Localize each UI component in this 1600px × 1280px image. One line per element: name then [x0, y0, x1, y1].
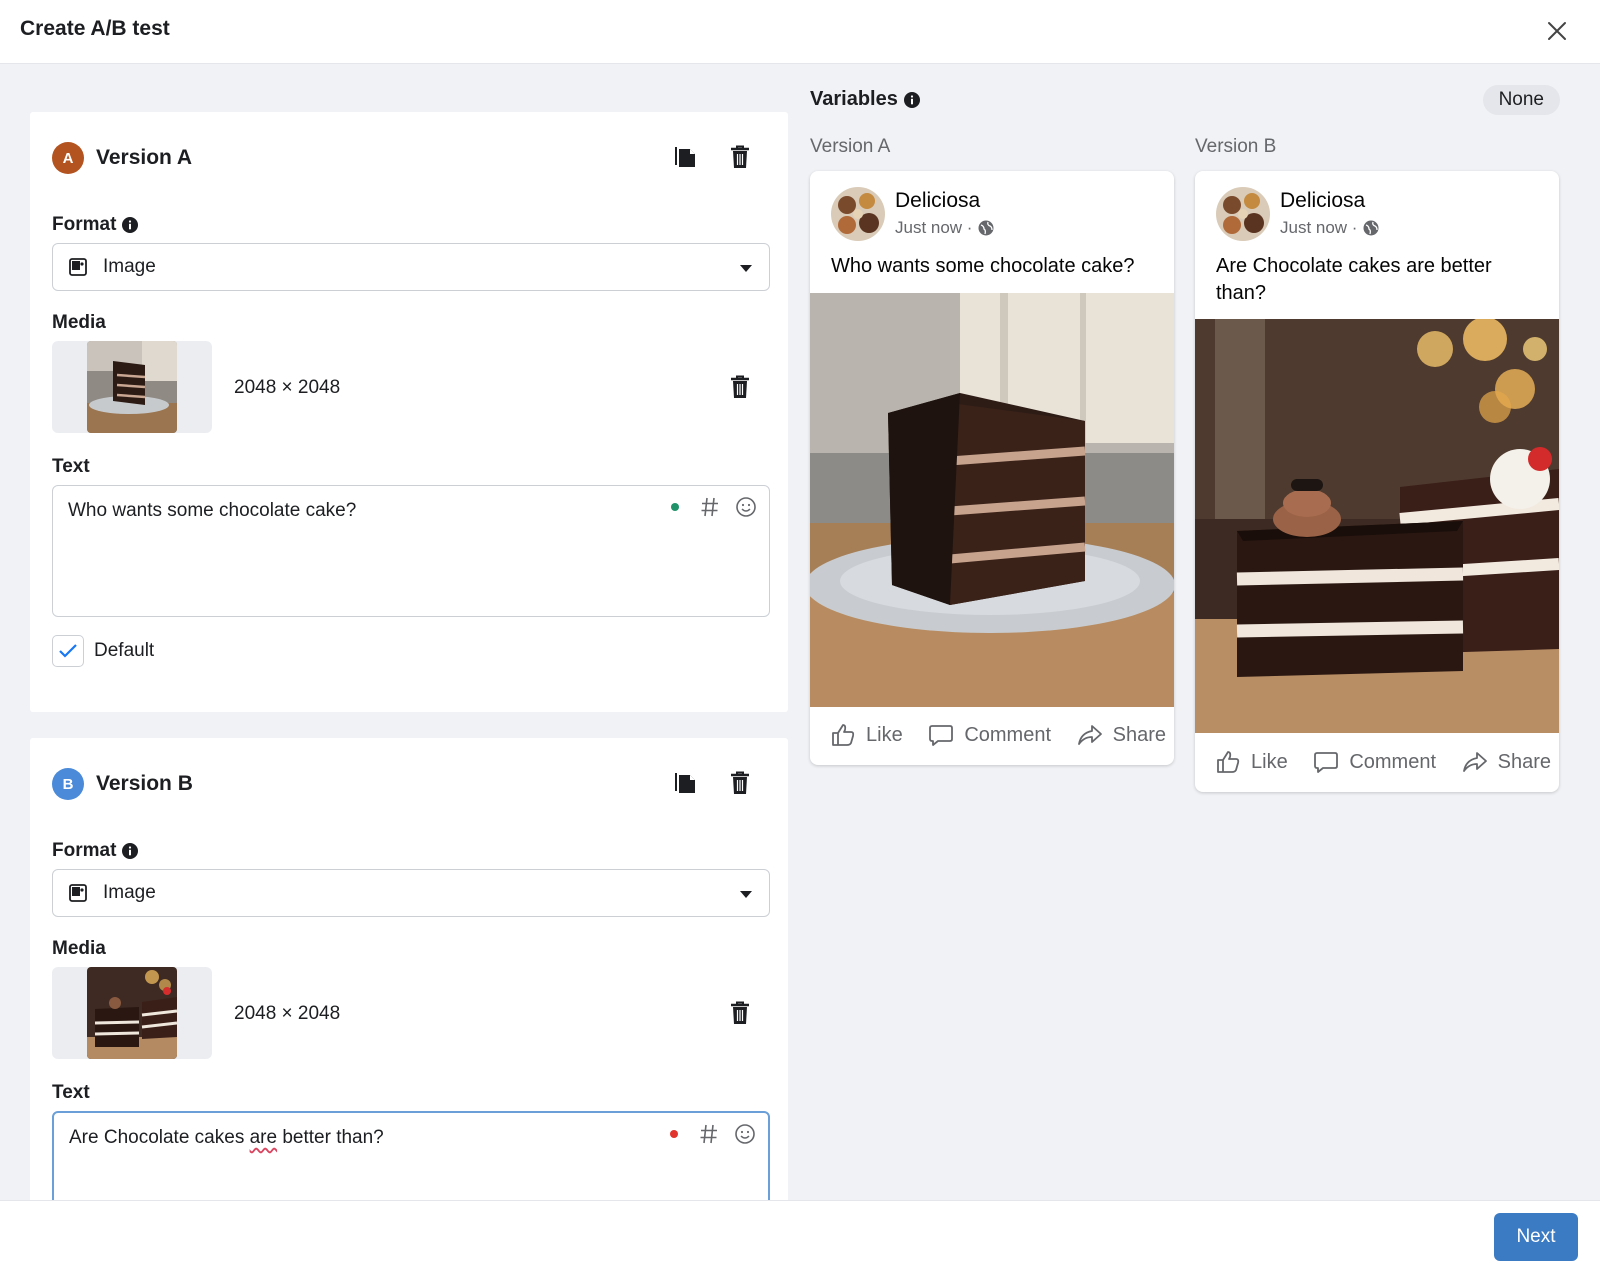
- globe-icon: [1363, 220, 1379, 236]
- globe-icon: [978, 220, 994, 236]
- post-image-cake-a: [810, 293, 1174, 707]
- comment-button[interactable]: Comment: [1313, 749, 1436, 775]
- info-icon[interactable]: [122, 217, 139, 233]
- primary-text-field[interactable]: Who wants some chocolate cake?: [52, 485, 770, 617]
- format-select[interactable]: Image: [52, 869, 770, 917]
- preview-panel: Variables None Version A Version B Delic…: [792, 64, 1600, 1200]
- primary-text-field[interactable]: Are Chocolate cakes are better than?: [52, 1111, 770, 1200]
- share-button[interactable]: Share: [1462, 749, 1551, 775]
- preview-column-label-b: Version B: [1195, 136, 1277, 157]
- default-label: Default: [94, 640, 155, 661]
- variables-value-pill[interactable]: None: [1482, 85, 1560, 115]
- version-b-title: Version B: [96, 772, 193, 795]
- version-a-card: A Version A Format Image Media 2048 × 20…: [30, 112, 788, 712]
- format-label: Format: [52, 214, 139, 236]
- text-label: Text: [52, 456, 90, 477]
- status-dot: [670, 1130, 678, 1138]
- delete-icon[interactable]: [728, 770, 752, 796]
- default-checkbox[interactable]: [52, 635, 84, 667]
- dialog-header: Create A/B test: [0, 0, 1600, 64]
- version-b-card: B Version B Format Image Media 2048 × 20…: [30, 738, 788, 1200]
- post-actions: Like Comment Share: [810, 707, 1174, 763]
- dialog-footer: Next: [0, 1200, 1600, 1280]
- comment-button[interactable]: Comment: [928, 722, 1051, 748]
- comment-icon: [1314, 752, 1339, 773]
- version-a-title: Version A: [96, 146, 193, 169]
- version-b-header: B Version B: [52, 768, 193, 800]
- media-label: Media: [52, 312, 106, 333]
- default-checkbox-row[interactable]: Default: [52, 635, 154, 667]
- primary-text-value: Who wants some chocolate cake?: [68, 500, 357, 521]
- like-button[interactable]: Like: [830, 722, 903, 748]
- like-button[interactable]: Like: [1215, 749, 1288, 775]
- cake-thumbnail-image: [87, 341, 177, 433]
- post-preview-a: Deliciosa Just now · Who wants some choc…: [810, 171, 1174, 765]
- primary-text-value: Are Chocolate cakes are better than?: [69, 1127, 384, 1148]
- status-dot: [671, 503, 679, 511]
- format-label: Format: [52, 840, 139, 862]
- media-dimensions: 2048 × 2048: [234, 377, 341, 398]
- hashtag-icon[interactable]: [698, 1123, 720, 1145]
- preview-column-label-a: Version A: [810, 136, 891, 157]
- like-icon: [832, 724, 855, 746]
- format-value: Image: [103, 256, 156, 277]
- version-b-badge: B: [52, 768, 84, 800]
- emoji-icon[interactable]: [735, 496, 757, 518]
- media-label: Media: [52, 938, 106, 959]
- versions-editor[interactable]: A Version A Format Image Media 2048 × 20…: [0, 64, 792, 1200]
- post-meta: Just now ·: [1280, 218, 1379, 238]
- format-select[interactable]: Image: [52, 243, 770, 291]
- delete-media-icon[interactable]: [728, 374, 752, 400]
- image-icon: [69, 884, 87, 902]
- post-image-cake-b: [1195, 319, 1559, 733]
- media-thumbnail[interactable]: [52, 967, 212, 1059]
- chevron-down-icon: [740, 891, 752, 898]
- format-value: Image: [103, 882, 156, 903]
- comment-icon: [929, 725, 954, 746]
- share-icon: [1077, 725, 1102, 745]
- chevron-down-icon: [740, 265, 752, 272]
- post-text: Are Chocolate cakes are better than?: [1216, 255, 1492, 304]
- duplicate-icon[interactable]: [674, 770, 698, 796]
- text-label: Text: [52, 1082, 90, 1103]
- cake-thumbnail-image: [87, 967, 177, 1059]
- media-dimensions: 2048 × 2048: [234, 1003, 341, 1024]
- share-button[interactable]: Share: [1077, 722, 1166, 748]
- share-icon: [1462, 752, 1487, 772]
- duplicate-icon[interactable]: [674, 144, 698, 170]
- close-icon[interactable]: [1542, 16, 1572, 46]
- next-button[interactable]: Next: [1494, 1213, 1578, 1261]
- variables-label: Variables: [810, 88, 920, 111]
- emoji-icon[interactable]: [734, 1123, 756, 1145]
- page-name: Deliciosa: [895, 189, 981, 212]
- image-icon: [69, 258, 87, 276]
- info-icon[interactable]: [903, 91, 920, 108]
- checkmark-icon: [59, 644, 77, 658]
- dialog-title: Create A/B test: [20, 17, 170, 40]
- delete-media-icon[interactable]: [728, 1000, 752, 1026]
- info-icon[interactable]: [122, 843, 139, 859]
- version-a-badge: A: [52, 142, 84, 174]
- avatar: [1216, 187, 1270, 241]
- hashtag-icon[interactable]: [699, 496, 721, 518]
- version-a-header: A Version A: [52, 142, 192, 174]
- post-actions: Like Comment Share: [1195, 734, 1559, 790]
- media-thumbnail[interactable]: [52, 341, 212, 433]
- post-meta: Just now ·: [895, 218, 994, 238]
- post-preview-b: Deliciosa Just now · Are Chocolate cakes…: [1195, 171, 1559, 792]
- page-name: Deliciosa: [1280, 189, 1366, 212]
- like-icon: [1217, 751, 1240, 773]
- avatar: [831, 187, 885, 241]
- post-text: Who wants some chocolate cake?: [831, 255, 1135, 277]
- misspelled-word: are: [249, 1127, 278, 1148]
- delete-icon[interactable]: [728, 144, 752, 170]
